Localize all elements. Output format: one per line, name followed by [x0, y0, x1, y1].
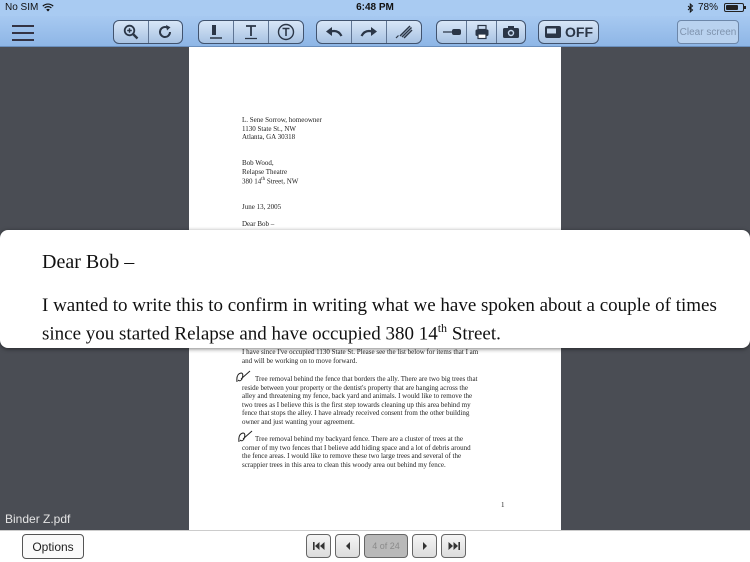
highlighter-button[interactable]: [199, 21, 234, 43]
chevron-right-icon: [422, 542, 427, 550]
annotation-tools-group: [198, 20, 304, 44]
sender-line: 1130 State St., NW: [242, 124, 296, 133]
chevron-left-icon: [345, 542, 350, 550]
skip-last-icon: [448, 542, 460, 550]
sender-line: L. Sene Sorrow, homeowner: [242, 116, 322, 124]
last-page-button[interactable]: [441, 534, 466, 558]
paragraph-line: corner of my two fences that I believe a…: [242, 443, 471, 452]
page-indicator: 4 of 24: [364, 534, 408, 558]
toolbar: OFF Clear screen: [0, 16, 750, 47]
camera-button[interactable]: [497, 21, 525, 43]
toggle-off-button[interactable]: OFF: [538, 20, 599, 44]
undo-icon: [326, 27, 343, 37]
output-group: [436, 20, 526, 44]
menu-icon[interactable]: [12, 25, 34, 41]
bluetooth-icon: [687, 2, 694, 13]
text-icon: [245, 25, 257, 40]
bottom-bar: Options 4 of 24: [0, 530, 750, 562]
sender-line: Atlanta, GA 30318: [242, 133, 296, 142]
paragraph-line: scrappier trees in this area to clean th…: [242, 460, 446, 469]
paragraph-line: and will be working on to move forward.: [242, 356, 358, 365]
sender-address: L. Sene Sorrow, homeowner 1130 State St.…: [242, 116, 512, 142]
battery-percent: 78%: [697, 2, 718, 13]
zoomed-paragraph: I wanted to write this to confirm in wri…: [42, 295, 717, 345]
print-button[interactable]: [467, 21, 497, 43]
status-bar: No SIM 6:48 PM 78%: [0, 0, 750, 16]
battery-fill: [726, 5, 738, 10]
zoom-rotate-group: [113, 20, 183, 44]
text-tool-button[interactable]: [234, 21, 269, 43]
paragraph-line: fence that stops the alley. I have alrea…: [242, 409, 470, 418]
options-button[interactable]: Options: [22, 534, 84, 559]
first-page-button[interactable]: [306, 534, 331, 558]
document-filename: Binder Z.pdf: [5, 512, 71, 526]
tree-removal-paragraph-1: Tree removal behind the fence that borde…: [242, 375, 512, 427]
zoom-magnifier-popup: Dear Bob – I wanted to write this to con…: [0, 230, 750, 348]
status-right: 78%: [687, 2, 746, 13]
paragraph-line: reside between your property or the dent…: [242, 383, 468, 392]
status-time: 6:48 PM: [356, 2, 394, 13]
text-circle-button[interactable]: [269, 21, 303, 43]
paragraph-line: Tree removal behind the fence that borde…: [255, 375, 478, 383]
recipient-address: Bob Wood, Relapse Theatre 380 14th Stree…: [242, 159, 512, 186]
redo-icon: [360, 27, 377, 37]
previous-page-button[interactable]: [335, 534, 360, 558]
battery-icon: [724, 3, 746, 12]
link-icon: [442, 29, 461, 35]
recipient-line: 380 14th Street, NW: [242, 177, 299, 186]
rotate-button[interactable]: [149, 21, 183, 43]
zoom-in-button[interactable]: [114, 21, 149, 43]
recipient-line: Relapse Theatre: [242, 167, 288, 176]
tree-removal-paragraph-2: Tree removal behind my backyard fence. T…: [242, 435, 512, 469]
paragraph-line: two trees as I believe this is the first…: [242, 400, 471, 409]
letter-salutation: Dear Bob –: [242, 220, 275, 228]
skip-first-icon: [312, 542, 324, 550]
paragraph-line: owner and just wanting your agreement.: [242, 417, 355, 426]
paragraph-line: I have since I've occupied 1130 State St…: [242, 348, 479, 356]
zoomed-salutation: Dear Bob –: [42, 251, 135, 273]
letter-date: June 13, 2005: [242, 203, 282, 211]
eraser-icon: [395, 25, 413, 39]
letter-intro-paragraph: I have since I've occupied 1130 State St…: [242, 348, 512, 365]
recipient-line: Bob Wood,: [242, 159, 274, 167]
rotate-icon: [159, 25, 172, 38]
page-navigation: 4 of 24: [306, 534, 466, 558]
undo-button[interactable]: [317, 21, 352, 43]
redo-button[interactable]: [352, 21, 387, 43]
zoom-in-icon: [123, 24, 139, 40]
camera-icon: [503, 26, 519, 38]
highlighter-icon: [210, 25, 222, 39]
paragraph-line: Tree removal behind my backyard fence. T…: [255, 435, 463, 443]
clear-screen-button[interactable]: Clear screen: [677, 20, 739, 44]
display-icon: [545, 26, 561, 38]
erase-button[interactable]: [387, 21, 421, 43]
paragraph-line: the fence areas. I would like to remove …: [242, 452, 462, 461]
history-group: [316, 20, 422, 44]
text-circle-icon: [277, 23, 295, 41]
next-page-button[interactable]: [412, 534, 437, 558]
paragraph-line: alley and threatening my fence, back yar…: [242, 392, 473, 401]
printer-icon: [475, 24, 488, 40]
page-number: 1: [501, 501, 505, 509]
link-button[interactable]: [437, 21, 467, 43]
toggle-off-label: OFF: [565, 24, 593, 40]
